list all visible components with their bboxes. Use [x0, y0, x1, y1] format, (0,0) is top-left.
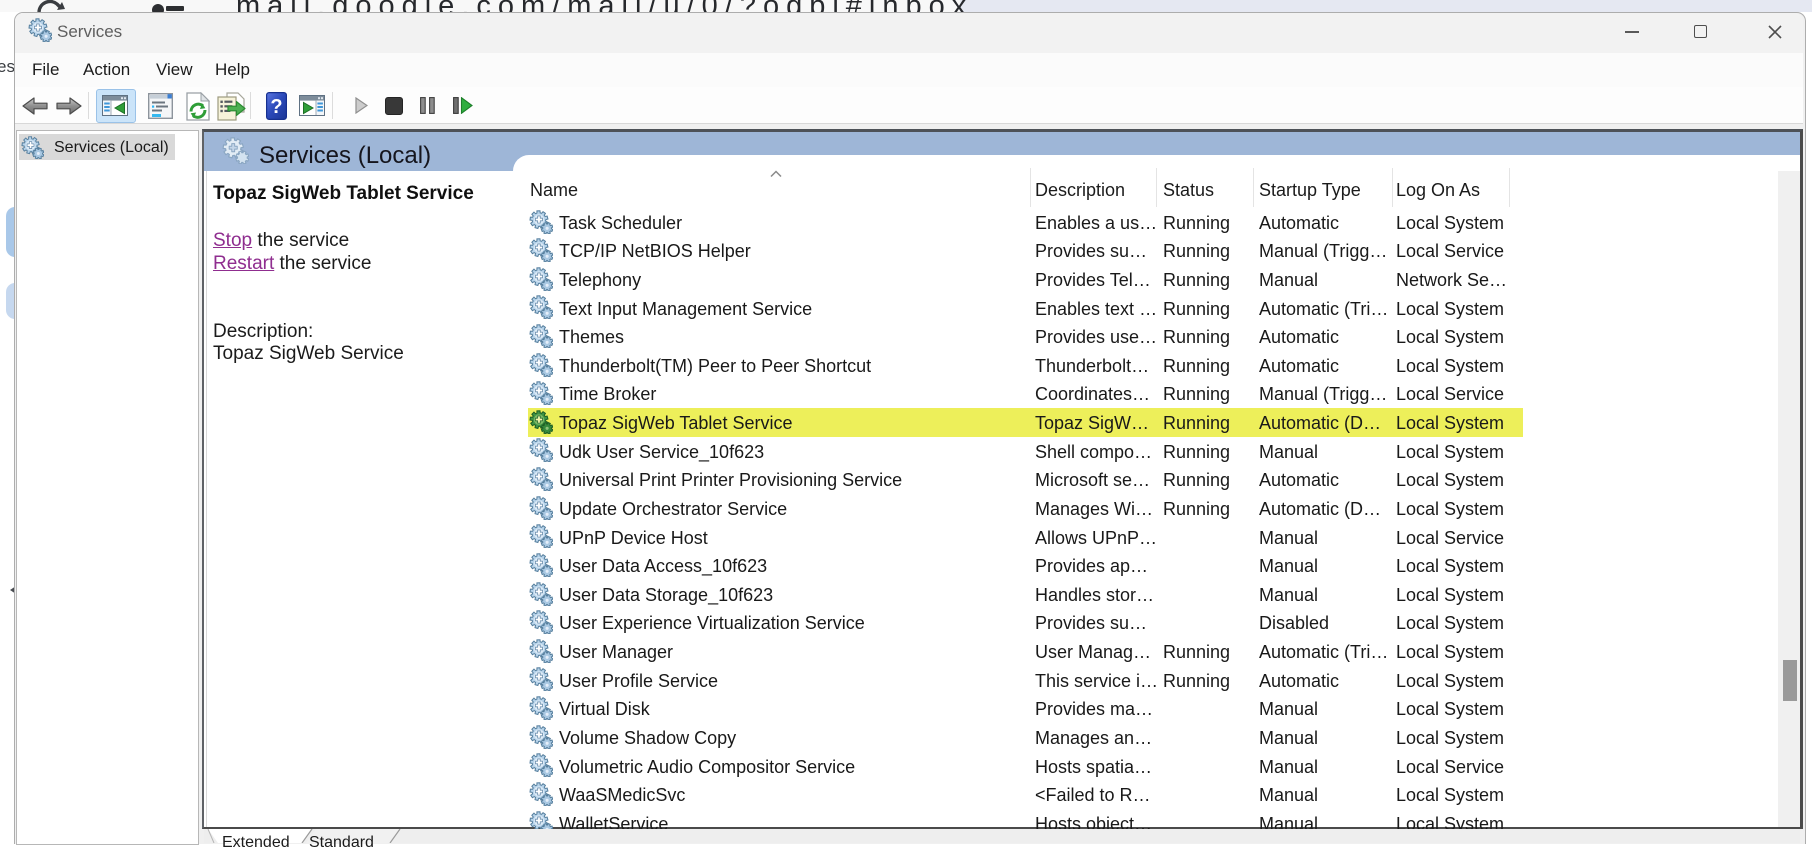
svg-text:?: ? — [270, 96, 282, 118]
